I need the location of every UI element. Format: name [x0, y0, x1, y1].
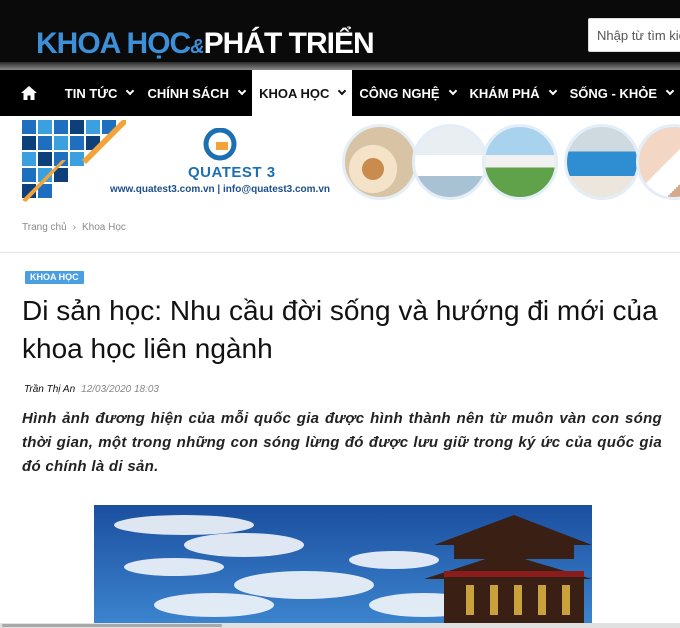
site-logo[interactable]: KHOA HỌC&PHÁT TRIỂN — [36, 24, 375, 64]
hero-photo — [94, 505, 592, 628]
search-input[interactable] — [589, 19, 680, 51]
horizontal-scrollbar[interactable] — [0, 623, 680, 628]
nav-item-label: KHOA HỌC — [259, 85, 330, 101]
banner-photo-scientist — [412, 124, 488, 200]
banner-contact: www.quatest3.com.vn | info@quatest3.com.… — [110, 184, 330, 195]
banner-photo-engineer — [564, 124, 640, 200]
article-divider — [0, 252, 680, 253]
scrollbar-thumb[interactable] — [2, 624, 222, 627]
chevron-down-icon — [448, 86, 457, 96]
nav-item-label: KHÁM PHÁ — [469, 85, 540, 101]
nav-item-song-khoe[interactable]: SỐNG - KHỎE — [563, 70, 680, 116]
article-author[interactable]: Trần Thị An — [24, 384, 75, 395]
nav-item-label: SỐNG - KHỎE — [569, 85, 657, 101]
banner-brand: QUATEST 3 — [188, 164, 276, 181]
nav-item-label: CHÍNH SÁCH — [147, 85, 230, 101]
category-badge[interactable]: KHOA HỌC — [25, 271, 84, 284]
chevron-down-icon — [665, 86, 675, 96]
nav-home[interactable] — [0, 70, 58, 116]
chevron-down-icon — [548, 86, 557, 96]
chevron-down-icon — [126, 86, 135, 96]
chevron-down-icon — [237, 86, 247, 96]
logo-part2: PHÁT TRIỂN — [203, 27, 375, 60]
header-divider — [0, 62, 680, 70]
breadcrumb-current[interactable]: Khoa Học — [82, 222, 126, 233]
logo-part1: KHOA HỌC — [36, 27, 191, 60]
main-nav: TIN TỨC CHÍNH SÁCH KHOA HỌC CÔNG NGHỆ KH… — [0, 70, 680, 116]
nav-item-label: CÔNG NGHỆ — [359, 85, 440, 101]
breadcrumb-separator: › — [72, 222, 76, 233]
breadcrumb: Trang chủ › Khoa Học — [22, 222, 126, 233]
ad-banner[interactable]: QUATEST 3 www.quatest3.com.vn | info@qua… — [0, 116, 680, 206]
article-lead: Hình ảnh đương hiện của mỗi quốc gia đượ… — [22, 410, 662, 475]
chevron-down-icon — [338, 86, 347, 96]
article-meta: Trần Thị An 12/03/2020 18:03 — [24, 384, 159, 395]
article-hero-image — [94, 505, 592, 628]
breadcrumb-home[interactable]: Trang chủ — [22, 222, 67, 233]
site-header: KHOA HỌC&PHÁT TRIỂN — [0, 0, 680, 68]
banner-photo-lab — [342, 124, 418, 200]
article-date: 12/03/2020 18:03 — [81, 384, 159, 395]
nav-item-tin-tuc[interactable]: TIN TỨC — [58, 70, 141, 116]
search-box — [588, 18, 680, 52]
banner-photo-campus — [482, 124, 558, 200]
nav-item-label: TIN TỨC — [64, 85, 118, 101]
logo-amp: & — [190, 36, 204, 58]
article-title: Di sản học: Nhu cầu đời sống và hướng đi… — [22, 295, 658, 364]
banner-photo-hand — [636, 124, 680, 200]
nav-item-cong-nghe[interactable]: CÔNG NGHỆ — [352, 70, 462, 116]
home-icon — [20, 86, 37, 100]
nav-item-khoa-hoc[interactable]: KHOA HỌC — [252, 70, 353, 116]
nav-item-chinh-sach[interactable]: CHÍNH SÁCH — [140, 70, 252, 116]
nav-item-kham-pha[interactable]: KHÁM PHÁ — [463, 70, 563, 116]
